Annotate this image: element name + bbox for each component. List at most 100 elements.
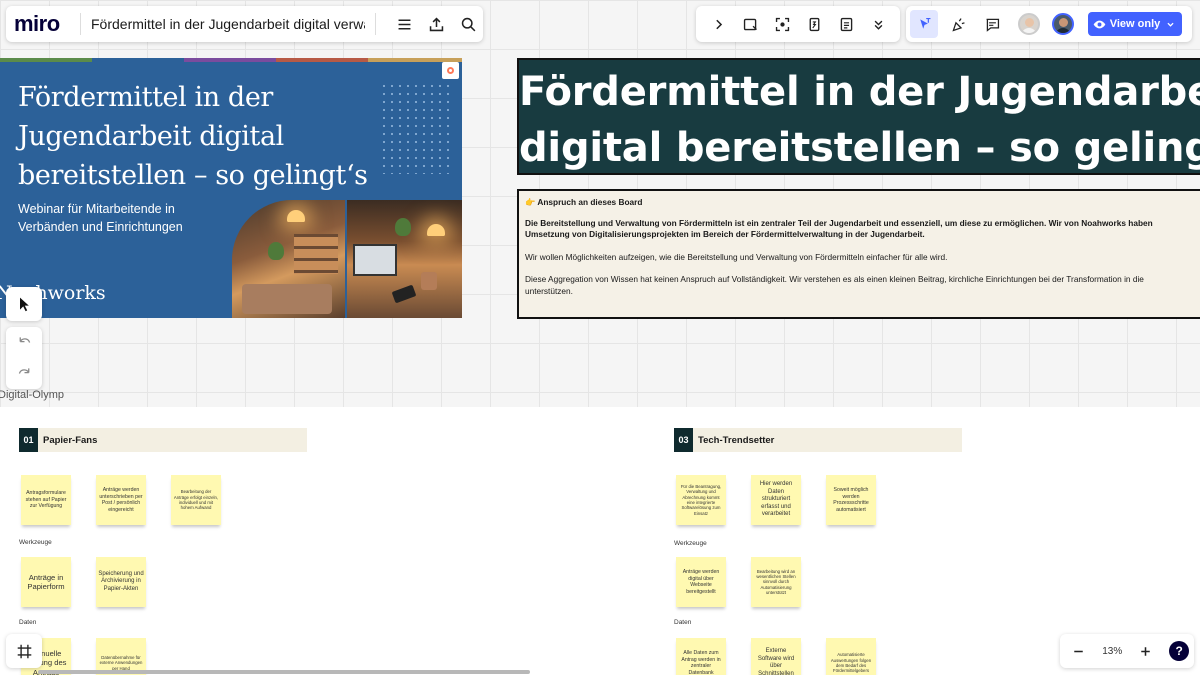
zoom-level[interactable]: 13% (1102, 646, 1122, 657)
sticky-text: Anträge werden unterschrieben per Post /… (99, 487, 143, 513)
phone (391, 284, 417, 304)
sticky-text: Anträge in Papierform (27, 572, 65, 591)
sticky-text: Alle Daten zum Antrag werden in zentrale… (681, 650, 721, 675)
plant (395, 218, 411, 236)
miro-logo[interactable]: miro (14, 11, 70, 37)
eye-icon (1093, 20, 1106, 28)
select-tool[interactable] (6, 287, 42, 321)
zoom-out-icon[interactable] (1065, 637, 1093, 665)
row-label: Werkzeuge (19, 539, 52, 546)
sticky-note[interactable]: Hier werden Daten strukturiert erfasst u… (751, 475, 801, 525)
sticky-text: Externe Software wird über Schnittstelle… (757, 648, 795, 675)
comment-icon[interactable] (978, 10, 1006, 38)
sticky-note[interactable]: Alle Daten zum Antrag werden in zentrale… (676, 638, 726, 675)
claim-heading: 👉 Anspruch an dieses Board (525, 197, 643, 207)
shelf (294, 234, 338, 274)
row-label: Daten (674, 619, 692, 626)
sticky-text: Antragsformulare stehen auf Papier zur V… (25, 490, 67, 510)
sticky-text: Für die Beantragung, Verwaltung und Abre… (680, 483, 722, 516)
search-icon[interactable] (454, 10, 482, 38)
title-slide-card[interactable]: Fördermittel in der Jugendarbeit digital… (0, 58, 462, 318)
cursor-arrow-icon[interactable] (910, 10, 938, 38)
section-header[interactable]: 01 Papier-Fans (19, 428, 307, 452)
section-number: 03 (674, 428, 693, 452)
section-header[interactable]: 03 Tech-Trendsetter (674, 428, 962, 452)
view-only-label: View only (1109, 18, 1161, 30)
sticky-note[interactable]: Anträge werden unterschrieben per Post /… (96, 475, 146, 525)
lamp (427, 224, 445, 236)
section-number: 01 (19, 428, 38, 452)
sticky-note[interactable]: Für die Beantragung, Verwaltung und Abre… (676, 475, 726, 525)
focus-icon[interactable] (768, 10, 796, 38)
sticky-text: Anträge werden digital über Webseite ber… (682, 569, 720, 595)
frame-label: Digital-Olymp (0, 389, 65, 401)
color-stripe (92, 58, 184, 62)
board-heading-box[interactable]: Fördermittel in der Jugendarbeit digital… (517, 58, 1200, 175)
sticky-note[interactable]: Anträge in Papierform (21, 557, 71, 607)
menu-icon[interactable] (390, 10, 418, 38)
workspace-photo (232, 200, 345, 318)
top-left-toolbar: miro Fördermittel in der Jugendarbeit di… (6, 6, 483, 42)
mug (421, 272, 437, 290)
board-tools-toolbar (696, 6, 900, 42)
sticky-note[interactable]: Externe Software wird über Schnittstelle… (751, 638, 801, 675)
sticky-text: Bearbeitung der Anträge erfolgt einzeln,… (173, 489, 219, 511)
undo-icon[interactable] (10, 329, 38, 357)
sticky-note[interactable]: Soweit möglich werden Prozessschritte au… (826, 475, 876, 525)
frames-panel-button[interactable] (6, 634, 42, 668)
sticky-text: Bearbeitung wird an wesentlichen Stellen… (756, 568, 796, 596)
laptop-photo (347, 200, 462, 318)
card-subtitle: Webinar für Mitarbeitende in Verbänden u… (18, 202, 183, 234)
view-only-button[interactable]: View only (1088, 12, 1182, 36)
chevron-down-icon (1167, 22, 1174, 27)
user-avatar[interactable] (1052, 13, 1074, 35)
divider (375, 13, 376, 35)
plant (268, 242, 284, 260)
desk (242, 284, 332, 314)
color-stripe (184, 58, 276, 62)
sticky-text: Soweit möglich werden Prozessschritte au… (833, 487, 869, 513)
board-claim-box[interactable]: 👉 Anspruch an dieses Board Die Bereitste… (517, 189, 1200, 319)
history-toolbar (6, 327, 42, 389)
row-label: Daten (19, 619, 37, 626)
collaboration-toolbar: View only (906, 6, 1192, 42)
frames-icon[interactable] (736, 10, 764, 38)
laptop (353, 244, 397, 276)
board-heading-line: digital bereitstellen – so gelingt's (519, 125, 1200, 171)
zoom-in-icon[interactable] (1132, 637, 1160, 665)
sticky-text: Datenübernahme für externe Anwendungen p… (99, 654, 143, 671)
chevron-double-down-icon[interactable] (864, 10, 892, 38)
card-title: Fördermittel in der Jugendarbeit digital… (18, 82, 368, 191)
sticky-note[interactable]: Antragsformulare stehen auf Papier zur V… (21, 475, 71, 525)
sticky-text: Hier werden Daten strukturiert erfasst u… (759, 481, 793, 518)
claim-text: Umsetzung von Digitalisierungsprojekten … (525, 229, 925, 239)
sticky-note[interactable]: Bearbeitung wird an wesentlichen Stellen… (751, 557, 801, 607)
color-stripe (276, 58, 368, 62)
celebrate-icon[interactable] (944, 10, 972, 38)
sticky-note[interactable]: Automatisierte Auswertungen folgen dem B… (826, 638, 876, 675)
lamp (287, 210, 305, 222)
horizontal-scrollbar[interactable] (38, 670, 530, 674)
help-icon[interactable]: ? (1169, 641, 1190, 661)
claim-text: Diese Aggregation von Wissen hat keinen … (525, 274, 1144, 284)
collaborator-avatar[interactable] (1018, 13, 1040, 35)
timer-icon[interactable] (800, 10, 828, 38)
zoom-controls: 13% ? (1060, 634, 1194, 668)
board-title[interactable]: Fördermittel in der Jugendarbeit digital… (91, 16, 365, 32)
claim-text: Die Bereitstellung und Verwaltung von Fö… (525, 217, 1153, 228)
cursor-arrow-icon (20, 297, 29, 312)
sticky-note[interactable]: Speicherung und Archivierung in Papier-A… (96, 557, 146, 607)
sticky-note[interactable]: Bearbeitung der Anträge erfolgt einzeln,… (171, 475, 221, 525)
board-heading-line: Fördermittel in der Jugendarbeit (519, 69, 1200, 115)
sticky-text: Speicherung und Archivierung in Papier-A… (98, 570, 144, 592)
redo-icon[interactable] (10, 360, 38, 388)
notes-icon[interactable] (832, 10, 860, 38)
sticky-text: Automatisierte Auswertungen folgen dem B… (830, 652, 872, 674)
claim-text: Wir wollen Möglichkeiten aufzeigen, wie … (525, 251, 948, 262)
divider (80, 13, 81, 35)
sticky-note[interactable]: Anträge werden digital über Webseite ber… (676, 557, 726, 607)
chevron-right-icon[interactable] (704, 10, 732, 38)
color-stripe (0, 58, 92, 62)
board-heading: Fördermittel in der Jugendarbeit digital… (519, 64, 1200, 173)
export-icon[interactable] (422, 10, 450, 38)
